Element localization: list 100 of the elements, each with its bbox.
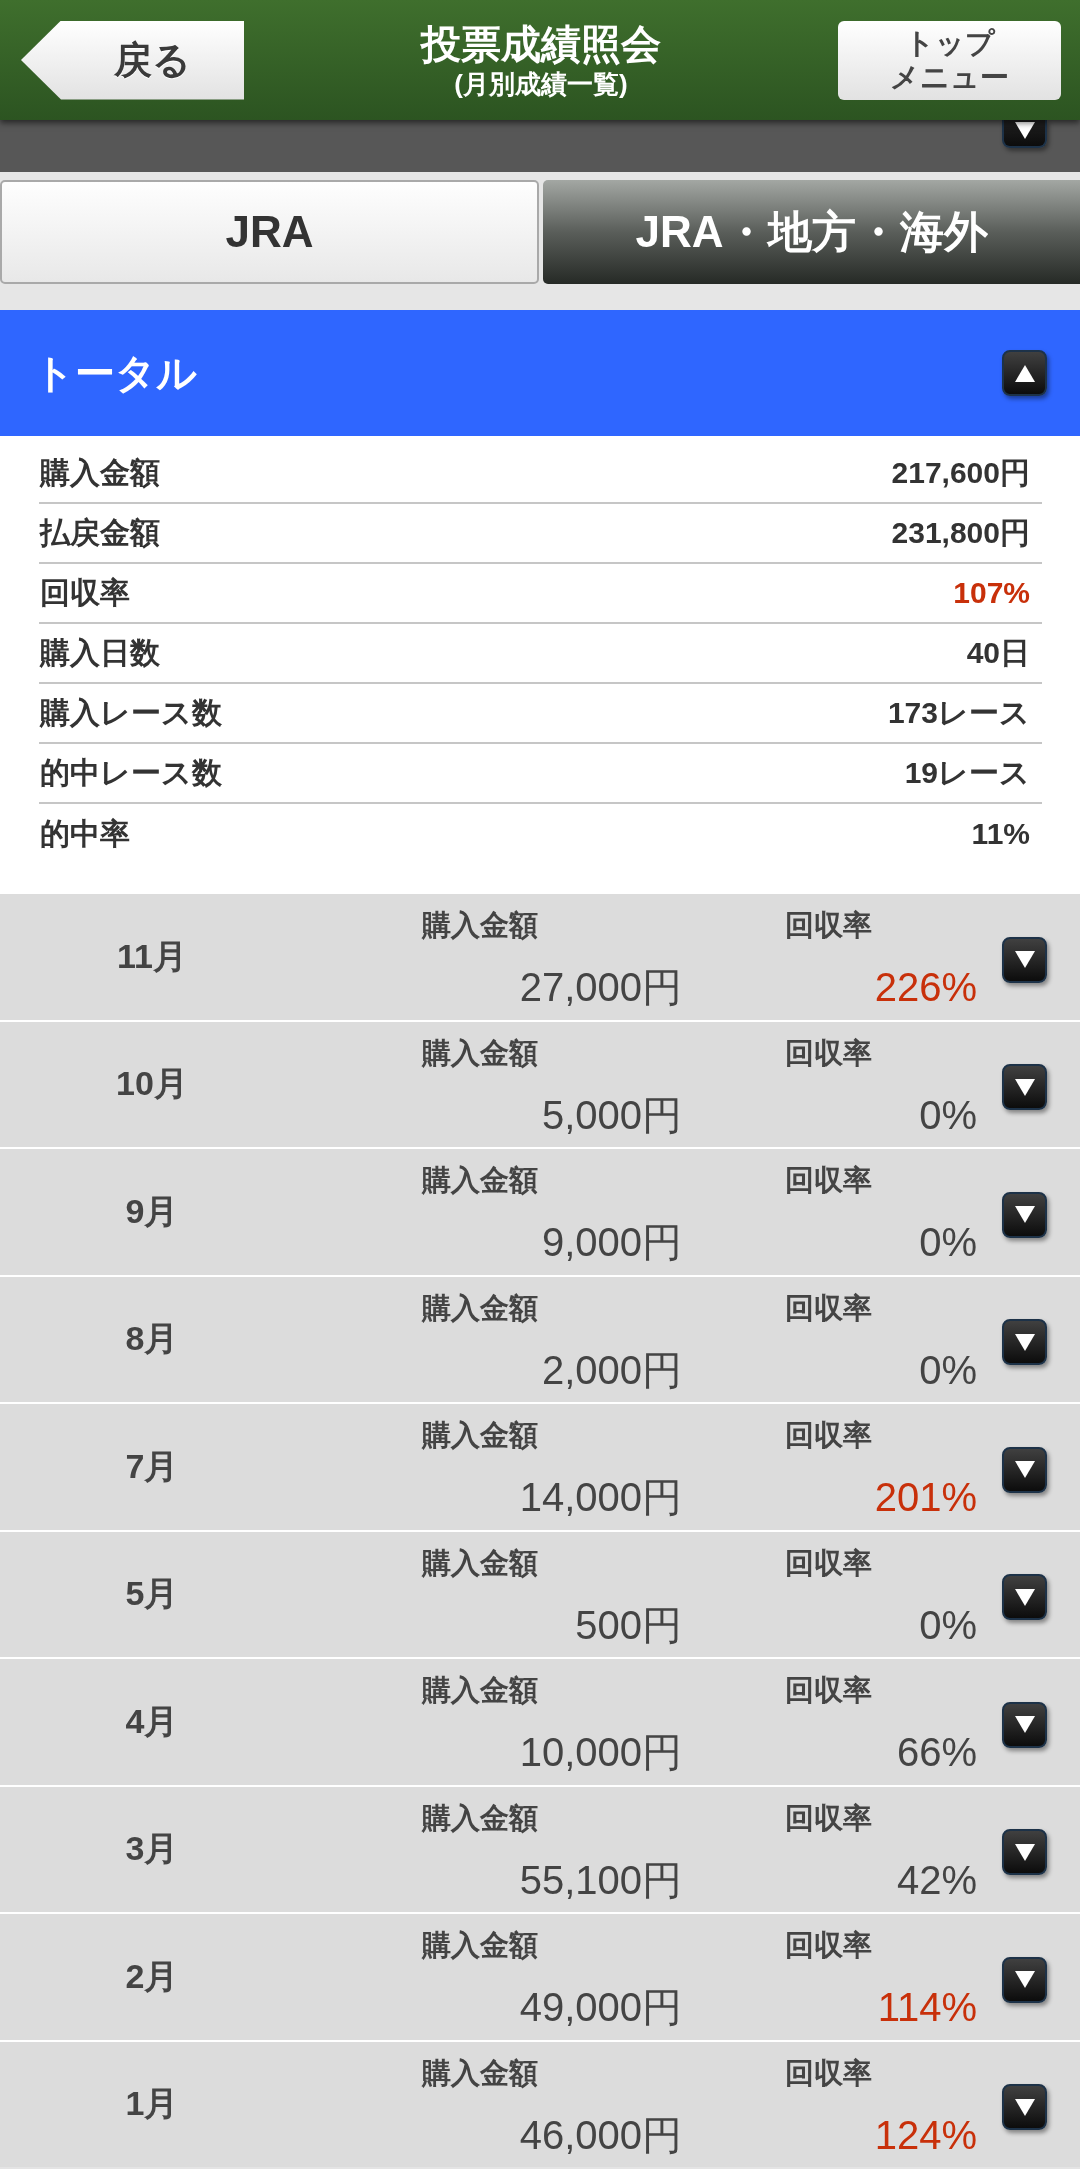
summary-label: 購入金額 xyxy=(40,454,160,491)
rate-label: 回収率 xyxy=(785,1928,872,1963)
summary-label: 払戻金額 xyxy=(40,514,160,551)
summary-label: 購入日数 xyxy=(40,634,160,671)
expand-button[interactable] xyxy=(1002,1064,1047,1111)
section-title: トータル xyxy=(34,349,197,397)
triangle-down-icon xyxy=(1014,122,1035,139)
month-row[interactable]: 8月 購入金額 2,000円 回収率 0% xyxy=(0,1274,1080,1402)
amount-label: 購入金額 xyxy=(422,1928,538,1963)
month-label: 9月 xyxy=(125,1190,179,1232)
collapse-button[interactable] xyxy=(1002,350,1047,396)
triangle-down-icon xyxy=(1014,1971,1035,1989)
rate-label: 回収率 xyxy=(785,1673,872,1708)
back-button[interactable]: 戻る xyxy=(21,20,244,100)
amount-value: 55,100円 xyxy=(519,1856,682,1903)
tab[interactable]: JRA xyxy=(0,180,539,284)
month-row[interactable]: 3月 購入金額 55,100円 回収率 42% xyxy=(0,1784,1080,1912)
rate-label: 回収率 xyxy=(785,1545,872,1581)
rate-value: 66% xyxy=(896,1729,977,1775)
expand-button[interactable] xyxy=(1002,1191,1047,1238)
expand-button[interactable] xyxy=(1002,1829,1047,1876)
summary-value: 107% xyxy=(953,576,1030,610)
amount-value: 46,000円 xyxy=(519,2111,682,2158)
rate-value: 124% xyxy=(874,2111,977,2158)
amount-label: 購入金額 xyxy=(422,1035,538,1071)
triangle-down-icon xyxy=(1014,951,1035,969)
month-row[interactable]: 9月 購入金額 9,000円 回収率 0% xyxy=(0,1147,1080,1275)
rate-value: 0% xyxy=(919,1346,977,1393)
rate-value: 42% xyxy=(896,1856,977,1903)
month-row[interactable]: 1月 購入金額 46,000円 回収率 124% xyxy=(0,2039,1080,2167)
rate-value: 0% xyxy=(919,1219,977,1265)
triangle-down-icon xyxy=(1014,1333,1035,1351)
rate-label: 回収率 xyxy=(785,908,872,943)
triangle-up-icon xyxy=(1014,364,1035,382)
triangle-down-icon xyxy=(1014,1206,1035,1224)
amount-value: 500円 xyxy=(575,1601,682,1648)
summary-value: 231,800円 xyxy=(891,514,1030,551)
expand-button[interactable] xyxy=(1002,936,1047,983)
month-label: 2月 xyxy=(125,1955,179,1997)
expand-button[interactable] xyxy=(1002,1446,1047,1493)
amount-label: 購入金額 xyxy=(422,1673,538,1708)
amount-label: 購入金額 xyxy=(422,2055,538,2091)
rate-value: 201% xyxy=(874,1474,977,1520)
summary-label: 的中率 xyxy=(40,815,130,852)
rate-value: 226% xyxy=(874,964,977,1010)
expand-button[interactable] xyxy=(1002,1574,1047,1621)
month-label: 5月 xyxy=(125,1573,179,1615)
triangle-down-icon xyxy=(1014,1843,1035,1861)
summary-label: 回収率 xyxy=(40,574,130,611)
amount-value: 27,000円 xyxy=(519,964,682,1010)
triangle-down-icon xyxy=(1014,1716,1035,1734)
rate-value: 114% xyxy=(877,1984,977,2030)
expand-button[interactable] xyxy=(1002,1319,1047,1366)
expand-button[interactable] xyxy=(1002,2084,1047,2131)
rate-label: 回収率 xyxy=(785,1035,872,1071)
rate-label: 回収率 xyxy=(785,1290,872,1326)
summary-value: 19レース xyxy=(904,754,1030,791)
top-menu-button[interactable]: トップ メニュー xyxy=(838,20,1061,100)
amount-value: 2,000円 xyxy=(541,1346,682,1393)
summary-label: 購入レース数 xyxy=(40,694,222,731)
triangle-down-icon xyxy=(1014,2098,1035,2116)
amount-label: 購入金額 xyxy=(422,908,538,943)
month-label: 3月 xyxy=(125,1828,179,1870)
rate-value: 0% xyxy=(919,1601,977,1648)
amount-value: 9,000円 xyxy=(541,1219,682,1265)
summary-value: 40日 xyxy=(966,634,1030,671)
header-title: 投票成績照会 xyxy=(421,21,661,68)
amount-value: 14,000円 xyxy=(519,1474,682,1520)
rate-label: 回収率 xyxy=(785,2055,872,2091)
header-subtitle: (月別成績一覧) xyxy=(454,68,628,100)
amount-label: 購入金額 xyxy=(422,1545,538,1581)
expand-button[interactable] xyxy=(1002,1956,1047,2003)
month-label: 11月 xyxy=(117,935,187,977)
month-label: 1月 xyxy=(125,2083,179,2125)
expand-all-button[interactable] xyxy=(1002,120,1047,148)
month-label: 4月 xyxy=(125,1700,179,1742)
month-label: 10月 xyxy=(116,1063,188,1105)
month-label: 7月 xyxy=(125,1445,179,1487)
summary-value: 173レース xyxy=(887,694,1030,731)
rate-label: 回収率 xyxy=(785,1800,872,1836)
rate-label: 回収率 xyxy=(785,1163,872,1198)
month-label: 8月 xyxy=(125,1318,179,1360)
summary-value: 11% xyxy=(971,817,1030,851)
tab[interactable]: JRA・地方・海外 xyxy=(543,180,1080,284)
month-row[interactable]: 10月 購入金額 5,000円 回収率 0% xyxy=(0,1019,1080,1147)
amount-label: 購入金額 xyxy=(422,1290,538,1326)
expand-button[interactable] xyxy=(1002,1701,1047,1748)
rate-label: 回収率 xyxy=(785,1418,872,1453)
triangle-down-icon xyxy=(1014,1588,1035,1606)
month-row[interactable]: 5月 購入金額 500円 回収率 0% xyxy=(0,1529,1080,1657)
summary-label: 的中レース数 xyxy=(40,754,222,791)
month-row[interactable]: 4月 購入金額 10,000円 回収率 66% xyxy=(0,1657,1080,1785)
month-row[interactable]: 2月 購入金額 49,000円 回収率 114% xyxy=(0,1912,1080,2040)
amount-value: 49,000円 xyxy=(519,1984,682,2030)
amount-label: 購入金額 xyxy=(422,1418,538,1453)
rate-value: 0% xyxy=(919,1091,977,1138)
month-row[interactable]: 7月 購入金額 14,000円 回収率 201% xyxy=(0,1402,1080,1530)
month-row[interactable]: 11月 購入金額 27,000円 回収率 226% xyxy=(0,892,1080,1020)
summary-value: 217,600円 xyxy=(891,454,1030,491)
triangle-down-icon xyxy=(1014,1461,1035,1479)
